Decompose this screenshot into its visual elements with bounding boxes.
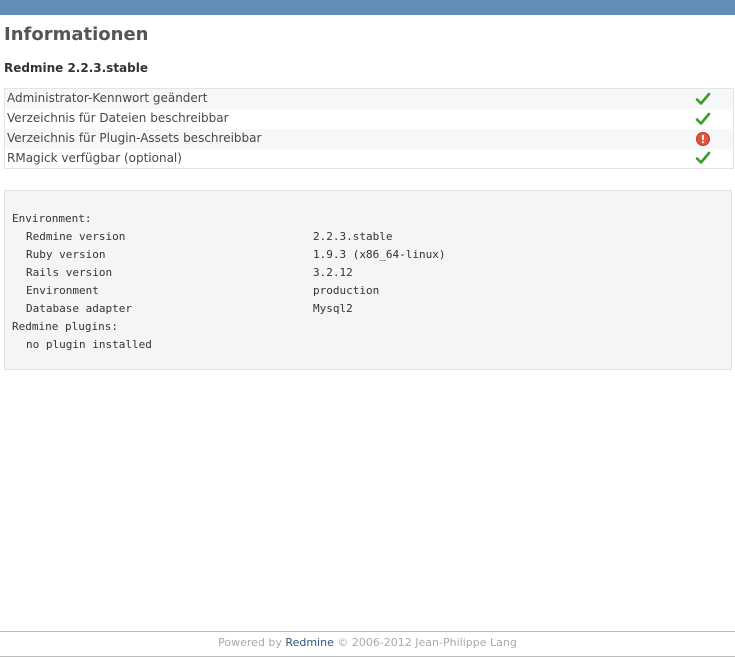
table-row: Verzeichnis für Plugin-Assets beschreibb…: [4, 128, 734, 149]
footer-prefix: Powered by: [218, 636, 282, 649]
table-row: Administrator-Kennwort geändert: [4, 88, 734, 109]
plugins-header: Redmine plugins:: [12, 320, 118, 333]
check-icon: [695, 92, 711, 105]
check-label: Verzeichnis für Plugin-Assets beschreibb…: [7, 131, 262, 145]
footer-divider: [0, 631, 735, 632]
page-title: Informationen: [4, 24, 149, 45]
env-value: 3.2.12: [313, 266, 353, 279]
check-icon: [695, 151, 711, 165]
check-status: [673, 129, 734, 149]
check-status: [673, 149, 734, 169]
env-key: Ruby version: [26, 248, 106, 261]
page: Informationen Redmine 2.2.3.stable Admin…: [0, 0, 735, 657]
env-key: Redmine version: [26, 230, 126, 243]
top-bar: [0, 0, 735, 15]
check-status: [673, 89, 734, 109]
env-row: Database adapter Mysql2: [12, 300, 731, 318]
env-value: 1.9.3 (x86_64-linux): [313, 248, 446, 261]
table-row: RMagick verfügbar (optional): [4, 148, 734, 169]
env-row: Rails version 3.2.12: [12, 264, 731, 282]
environment-text: Environment: Redmine version 2.2.3.stable R…: [5, 191, 731, 354]
checks-table: Administrator-Kennwort geändert Verzeich…: [4, 88, 734, 169]
footer: Powered by Redmine © 2006-2012 Jean-Phil…: [0, 636, 735, 649]
environment-header: Environment:: [12, 212, 92, 225]
exclamation-icon: [696, 131, 710, 146]
redmine-link[interactable]: Redmine: [285, 636, 333, 649]
environment-box: Environment: Redmine version 2.2.3.stable R…: [4, 190, 732, 370]
env-key: Rails version: [26, 266, 113, 279]
plugins-value: no plugin installed: [26, 338, 152, 351]
env-row: Ruby version 1.9.3 (x86_64-linux): [12, 246, 731, 264]
env-value: 2.2.3.stable: [313, 230, 393, 243]
check-status: [673, 109, 734, 129]
check-icon: [695, 112, 711, 125]
env-row: Redmine version 2.2.3.stable: [12, 228, 731, 246]
plugins-row: no plugin installed: [12, 336, 731, 354]
version-heading: Redmine 2.2.3.stable: [4, 61, 148, 75]
env-key: Environment: [26, 284, 99, 297]
footer-suffix: © 2006-2012 Jean-Philippe Lang: [337, 636, 517, 649]
check-label: Verzeichnis für Dateien beschreibbar: [7, 111, 229, 125]
env-key: Database adapter: [26, 302, 132, 315]
table-row: Verzeichnis für Dateien beschreibbar: [4, 108, 734, 129]
env-value: production: [313, 284, 380, 297]
env-value: Mysql2: [313, 302, 353, 315]
check-label: Administrator-Kennwort geändert: [7, 91, 208, 106]
env-row: Environment production: [12, 282, 731, 300]
check-label: RMagick verfügbar (optional): [7, 150, 182, 165]
